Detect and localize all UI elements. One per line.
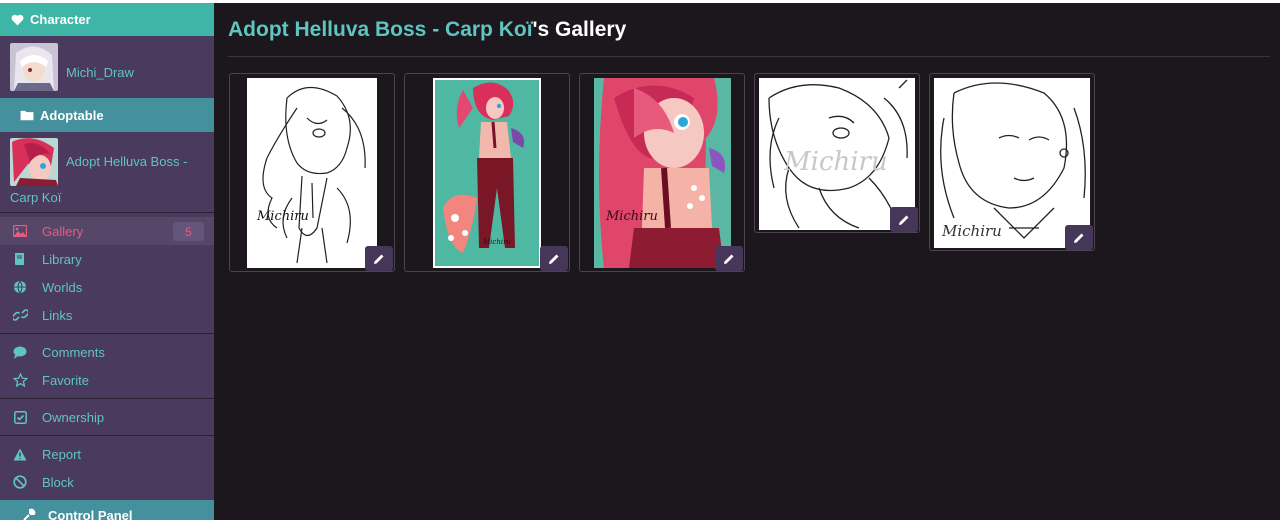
gallery-image[interactable]: Michiru: [433, 78, 541, 268]
user-avatar: [10, 43, 58, 91]
nav-group-ownership: Ownership: [0, 399, 214, 435]
globe-icon: [12, 279, 28, 295]
nav-item-library[interactable]: Library: [0, 245, 214, 273]
nav-item-ownership[interactable]: Ownership: [0, 403, 214, 431]
nav-group-moderation: Report Block: [0, 436, 214, 500]
nav-label-comments: Comments: [42, 344, 105, 360]
star-icon: [12, 372, 28, 388]
nav-group-content: Gallery 5 Library Worlds Links: [0, 213, 214, 333]
page-title: Adopt Helluva Boss - Carp Koï's Gallery: [228, 18, 626, 42]
edit-button[interactable]: [715, 246, 743, 271]
nav-group-social: Comments Favorite: [0, 334, 214, 398]
gallery-item[interactable]: Michiru: [929, 73, 1095, 251]
nav-label-report: Report: [42, 446, 82, 462]
nav-label-library: Library: [42, 251, 82, 267]
nav-item-gallery[interactable]: Gallery 5: [0, 217, 214, 245]
pencil-icon: [374, 254, 384, 264]
gallery-item[interactable]: Michiru: [404, 73, 570, 272]
image-icon: [12, 223, 28, 239]
adoptable-character-link[interactable]: Adopt Helluva Boss - Carp Koï: [0, 132, 214, 212]
gallery-item[interactable]: Michiru: [754, 73, 920, 233]
nav-label-gallery: Gallery: [42, 223, 84, 239]
nav-label-links: Links: [42, 307, 73, 323]
title-suffix: 's Gallery: [532, 18, 627, 41]
user-profile-link[interactable]: Michi_Draw: [0, 36, 214, 98]
character-header-label: Character: [30, 12, 91, 27]
pencil-icon: [1074, 233, 1084, 243]
heart-icon: [11, 14, 24, 25]
adoptable-name-line2[interactable]: Carp Koï: [10, 190, 61, 205]
adoptable-header[interactable]: Adoptable: [0, 98, 214, 132]
nav-item-links[interactable]: Links: [0, 301, 214, 329]
user-name-link[interactable]: Michi_Draw: [66, 65, 134, 80]
checkbox-icon: [12, 409, 28, 425]
nav-label-ownership: Ownership: [42, 409, 105, 425]
nav-label-favorite: Favorite: [42, 372, 89, 388]
sidebar: Character Michi_Draw Adoptable Adopt Hel…: [0, 3, 214, 520]
adoptable-header-label: Adoptable: [40, 107, 104, 123]
gallery-image[interactable]: Michiru: [594, 78, 731, 268]
title-divider: [228, 56, 1270, 57]
nav-item-comments[interactable]: Comments: [0, 338, 214, 366]
main-content: Adopt Helluva Boss - Carp Koï's Gallery …: [214, 3, 1280, 520]
nav-item-block[interactable]: Block: [0, 468, 214, 496]
edit-button[interactable]: [1065, 225, 1093, 250]
gallery-image[interactable]: Michiru: [934, 78, 1090, 248]
nav-label-worlds: Worlds: [42, 279, 83, 295]
character-header[interactable]: Character: [0, 3, 214, 36]
ban-icon: [12, 474, 28, 490]
gallery-count-badge: 5: [173, 222, 204, 241]
image-signature: Michiru: [256, 209, 309, 224]
book-icon: [12, 251, 28, 267]
nav-label-block: Block: [42, 474, 74, 490]
image-signature: Michiru: [482, 238, 511, 246]
control-panel-header[interactable]: Control Panel: [0, 500, 214, 520]
pencil-icon: [899, 215, 909, 225]
nav-item-favorite[interactable]: Favorite: [0, 366, 214, 394]
title-character-link[interactable]: Adopt Helluva Boss - Carp Koï: [228, 18, 533, 41]
image-signature: Michiru: [783, 147, 888, 177]
folder-icon: [20, 110, 34, 121]
pencil-icon: [724, 254, 734, 264]
edit-button[interactable]: [540, 246, 568, 271]
link-icon: [12, 307, 28, 323]
warning-icon: [12, 446, 28, 462]
gallery-item[interactable]: Michiru: [579, 73, 745, 272]
nav-item-report[interactable]: Report: [0, 440, 214, 468]
wrench-icon: [23, 508, 36, 520]
pencil-icon: [549, 254, 559, 264]
adoptable-name-line1[interactable]: Adopt Helluva Boss -: [66, 154, 187, 169]
edit-button[interactable]: [365, 246, 393, 271]
image-signature: Michiru: [941, 222, 1002, 240]
edit-button[interactable]: [890, 207, 918, 232]
adoptable-avatar: [10, 138, 58, 186]
comment-icon: [12, 344, 28, 360]
gallery-item[interactable]: Michiru: [229, 73, 395, 272]
control-panel-label: Control Panel: [48, 508, 133, 520]
nav-item-worlds[interactable]: Worlds: [0, 273, 214, 301]
gallery-image[interactable]: Michiru: [247, 78, 377, 268]
image-signature: Michiru: [605, 209, 658, 224]
